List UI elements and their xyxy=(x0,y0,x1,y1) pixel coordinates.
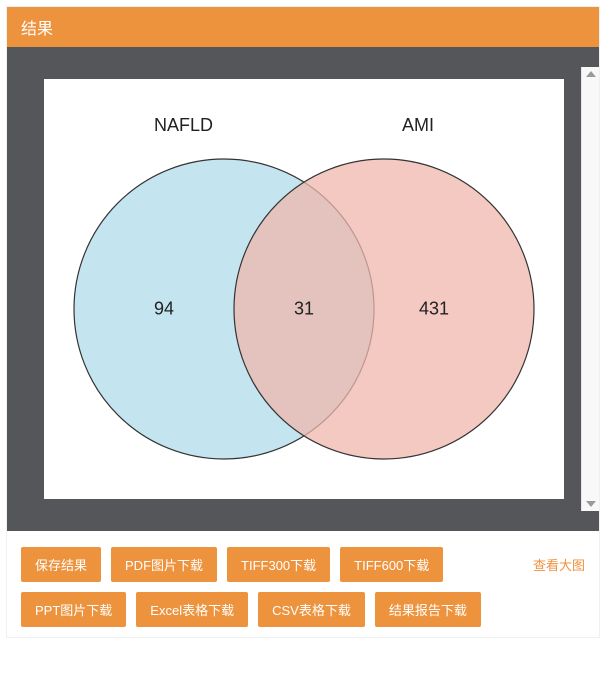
vertical-scrollbar[interactable] xyxy=(581,67,599,511)
scroll-up-icon[interactable] xyxy=(586,71,596,77)
venn-label-right: AMI xyxy=(402,115,434,136)
venn-svg xyxy=(44,79,564,499)
venn-label-left: NAFLD xyxy=(154,115,213,136)
download-tiff600-button[interactable]: TIFF600下载 xyxy=(340,547,443,582)
view-large-link[interactable]: 查看大图 xyxy=(533,547,585,574)
results-panel: 结果 NAFLD AMI 94 31 431 xyxy=(6,6,600,638)
chart-viewer: NAFLD AMI 94 31 431 xyxy=(7,47,599,531)
scroll-down-icon[interactable] xyxy=(586,501,596,507)
venn-value-right-only: 431 xyxy=(419,299,449,320)
download-toolbar: 保存结果 PDF图片下载 TIFF300下载 TIFF600下载 PPT图片下载… xyxy=(7,531,599,637)
download-report-button[interactable]: 结果报告下载 xyxy=(375,592,481,627)
chart-canvas-wrap: NAFLD AMI 94 31 431 xyxy=(27,67,581,511)
venn-value-left-only: 94 xyxy=(154,299,174,320)
panel-title: 结果 xyxy=(21,21,53,38)
button-row: 保存结果 PDF图片下载 TIFF300下载 TIFF600下载 PPT图片下载… xyxy=(21,547,523,627)
venn-diagram: NAFLD AMI 94 31 431 xyxy=(44,79,564,499)
save-result-button[interactable]: 保存结果 xyxy=(21,547,101,582)
download-ppt-button[interactable]: PPT图片下载 xyxy=(21,592,126,627)
venn-value-intersection: 31 xyxy=(294,299,314,320)
download-tiff300-button[interactable]: TIFF300下载 xyxy=(227,547,330,582)
venn-circle-right xyxy=(234,159,534,459)
download-csv-button[interactable]: CSV表格下载 xyxy=(258,592,365,627)
download-excel-button[interactable]: Excel表格下载 xyxy=(136,592,248,627)
panel-header: 结果 xyxy=(7,7,599,47)
download-pdf-button[interactable]: PDF图片下载 xyxy=(111,547,217,582)
